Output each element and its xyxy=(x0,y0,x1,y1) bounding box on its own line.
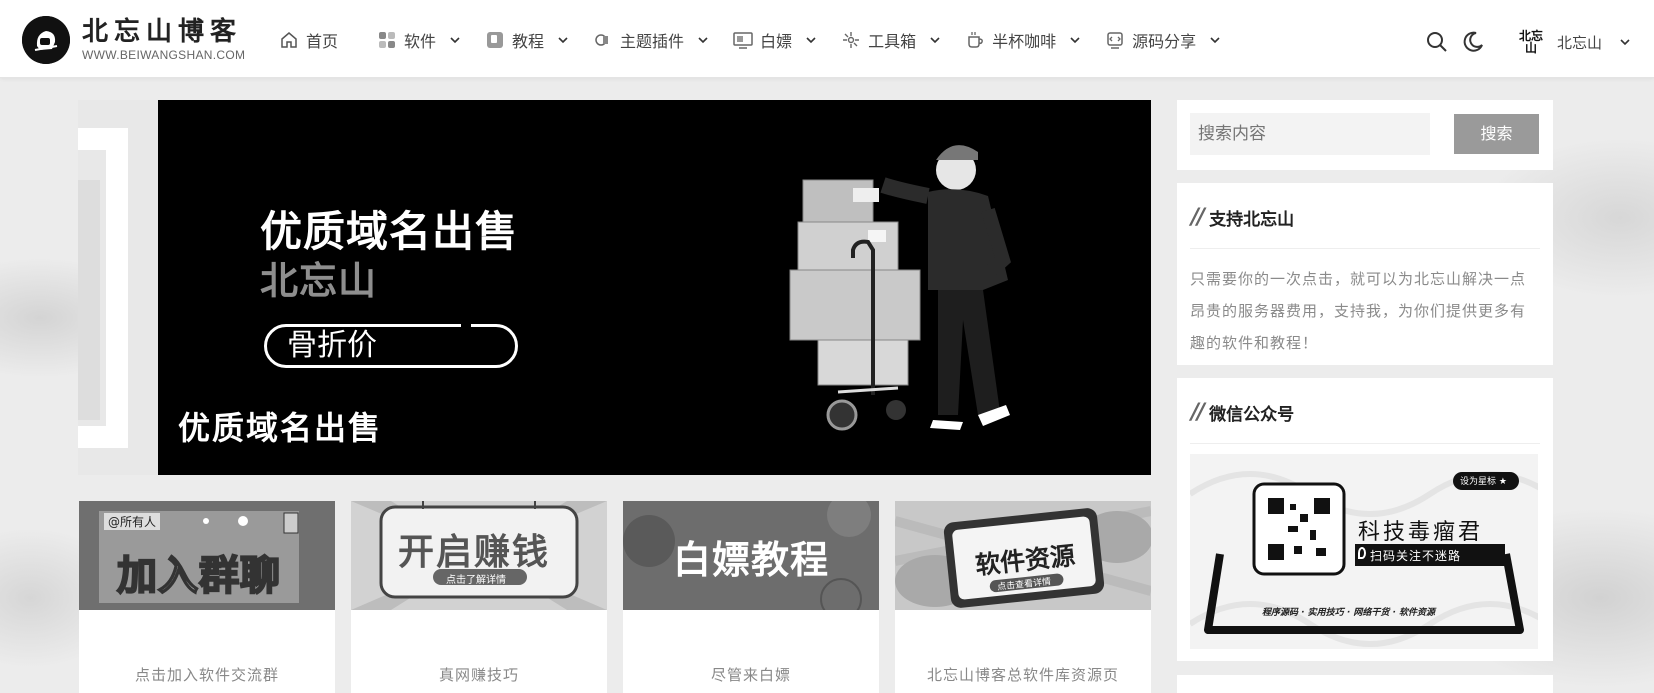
nav-item-toolbox[interactable]: 工具箱 xyxy=(840,25,942,55)
gift-icon xyxy=(732,29,754,51)
nav-label: 源码分享 xyxy=(1132,32,1197,51)
user-name[interactable]: 北忘山 xyxy=(1557,32,1602,53)
hero-banner[interactable]: 优质域名出售 北忘山 骨折价 优质域名出售 xyxy=(78,100,1151,475)
wechat-star-badge: 设为星标 ★ xyxy=(1460,477,1507,487)
wechat-tagline: 扫码关注不迷路 xyxy=(1370,549,1462,563)
nav-item-source-code[interactable]: 源码分享 xyxy=(1104,25,1222,55)
chevron-down-icon xyxy=(696,33,710,47)
nav-label: 白嫖 xyxy=(760,32,793,51)
nav-item-software[interactable]: 软件 xyxy=(376,25,462,55)
site-logo[interactable]: 北忘山博客 WWW.BEIWANGSHAN.COM xyxy=(22,16,245,64)
card-thumbnail: 开启赚钱 点击了解详情 xyxy=(351,501,607,610)
courier-illustration xyxy=(789,145,1011,431)
search-button[interactable]: 搜索 xyxy=(1454,114,1539,154)
divider xyxy=(1190,443,1540,444)
book-icon xyxy=(484,29,506,51)
apps-icon xyxy=(376,29,398,51)
card-caption[interactable]: 北忘山博客总软件库资源页 xyxy=(895,664,1151,685)
chevron-down-icon[interactable] xyxy=(1618,35,1632,49)
slashes-icon: // xyxy=(1191,400,1205,425)
nav-item-themes-plugins[interactable]: 主题插件 xyxy=(592,25,710,55)
nav-item-coffee[interactable]: 半杯咖啡 xyxy=(964,25,1082,55)
card-caption[interactable]: 尽管来白嫖 xyxy=(623,664,879,685)
wechat-account-name: 科技毒瘤君 xyxy=(1358,520,1484,545)
search-panel: 搜索 xyxy=(1177,100,1553,170)
divider xyxy=(1190,248,1540,249)
banner-subtitle: 北忘山 xyxy=(260,259,378,303)
card-tag: @所有人 xyxy=(104,513,161,530)
nav-label: 软件 xyxy=(404,32,437,51)
panel-heading: // 支持北忘山 xyxy=(1191,205,1294,230)
site-title: 北忘山博客 xyxy=(82,17,243,47)
nav-item-tutorial[interactable]: 教程 xyxy=(484,25,570,55)
card-thumbnail: 软件资源 点击查看详情 xyxy=(895,501,1151,610)
nav-item-home[interactable]: 首页 xyxy=(278,25,338,55)
nav-label: 半杯咖啡 xyxy=(992,32,1057,51)
avatar[interactable]: 北忘山 xyxy=(1512,24,1549,60)
logo-mark-icon xyxy=(22,16,70,64)
card-caption[interactable]: 真网赚技巧 xyxy=(351,664,607,685)
top-header: 北忘山博客 WWW.BEIWANGSHAN.COM 首页 软件 教程 主题插件 … xyxy=(0,0,1654,78)
next-sidebar-panel xyxy=(1177,675,1553,693)
card-thumb-text: 加入群聊 xyxy=(116,552,281,600)
tools-icon xyxy=(840,29,862,51)
dark-mode-icon[interactable] xyxy=(1459,28,1487,56)
coffee-icon xyxy=(964,29,986,51)
support-panel: // 支持北忘山 只需要你的一次点击，就可以为北忘山解决一点昂贵的服务器费用，支… xyxy=(1177,183,1553,365)
card-tag: 点击了解详情 xyxy=(446,575,506,586)
banner-price-pill: 骨折价 xyxy=(264,324,518,368)
home-icon xyxy=(278,29,300,51)
nav-label: 首页 xyxy=(306,32,339,51)
search-icon[interactable] xyxy=(1423,28,1451,56)
chevron-down-icon xyxy=(1068,33,1082,47)
support-text: 只需要你的一次点击，就可以为北忘山解决一点昂贵的服务器费用，支持我，为你们提供更… xyxy=(1190,270,1527,352)
location-pin-icon xyxy=(1358,547,1366,559)
card-software-library[interactable]: 软件资源 点击查看详情 北忘山博客总软件库资源页 xyxy=(895,501,1151,693)
card-make-money[interactable]: 开启赚钱 点击了解详情 真网赚技巧 xyxy=(351,501,607,693)
card-thumb-text: 白嫖教程 xyxy=(673,538,830,582)
avatar-text: 北忘山 xyxy=(1518,29,1543,55)
card-thumb-text: 开启赚钱 xyxy=(398,532,551,573)
main-nav: 首页 软件 教程 主题插件 白嫖 工具箱 半杯咖啡 源码分享 xyxy=(278,25,1244,55)
support-title: 支持北忘山 xyxy=(1209,210,1295,230)
card-thumbnail: @所有人 加入群聊 xyxy=(79,501,335,610)
card-caption[interactable]: 点击加入软件交流群 xyxy=(79,664,335,685)
header-actions: 北忘山 北忘山 xyxy=(1415,24,1632,60)
chevron-down-icon xyxy=(448,33,462,47)
nav-label: 主题插件 xyxy=(620,32,685,51)
slashes-icon: // xyxy=(1191,205,1205,230)
card-freebie-tutorial[interactable]: 白嫖教程 尽管来白嫖 xyxy=(623,501,879,693)
banner-caption: 优质域名出售 xyxy=(178,409,383,447)
puzzle-icon xyxy=(592,29,614,51)
code-icon xyxy=(1104,29,1126,51)
chevron-down-icon xyxy=(556,33,570,47)
search-input[interactable] xyxy=(1190,113,1430,155)
wechat-title: 微信公众号 xyxy=(1209,405,1295,425)
card-join-group[interactable]: @所有人 加入群聊 点击加入软件交流群 xyxy=(79,501,335,693)
nav-label: 工具箱 xyxy=(868,32,917,51)
wechat-panel: // 微信公众号 设为星标 ★ 科技毒瘤君 扫码关注不迷路 程序源码 · 实用技… xyxy=(1177,378,1553,661)
chevron-down-icon xyxy=(1208,33,1222,47)
site-domain: WWW.BEIWANGSHAN.COM xyxy=(82,48,246,62)
card-thumbnail: 白嫖教程 xyxy=(623,501,879,610)
nav-label: 教程 xyxy=(512,32,545,51)
chevron-down-icon xyxy=(928,33,942,47)
wechat-qr-image[interactable]: 设为星标 ★ 科技毒瘤君 扫码关注不迷路 程序源码 · 实用技巧 · 网络干货 … xyxy=(1190,454,1538,649)
wechat-footer: 程序源码 · 实用技巧 · 网络干货 · 软件资源 xyxy=(1262,608,1436,618)
banner-prev-slide xyxy=(78,100,158,475)
nav-item-freebies[interactable]: 白嫖 xyxy=(732,25,818,55)
panel-heading: // 微信公众号 xyxy=(1191,400,1294,425)
chevron-down-icon xyxy=(804,33,818,47)
